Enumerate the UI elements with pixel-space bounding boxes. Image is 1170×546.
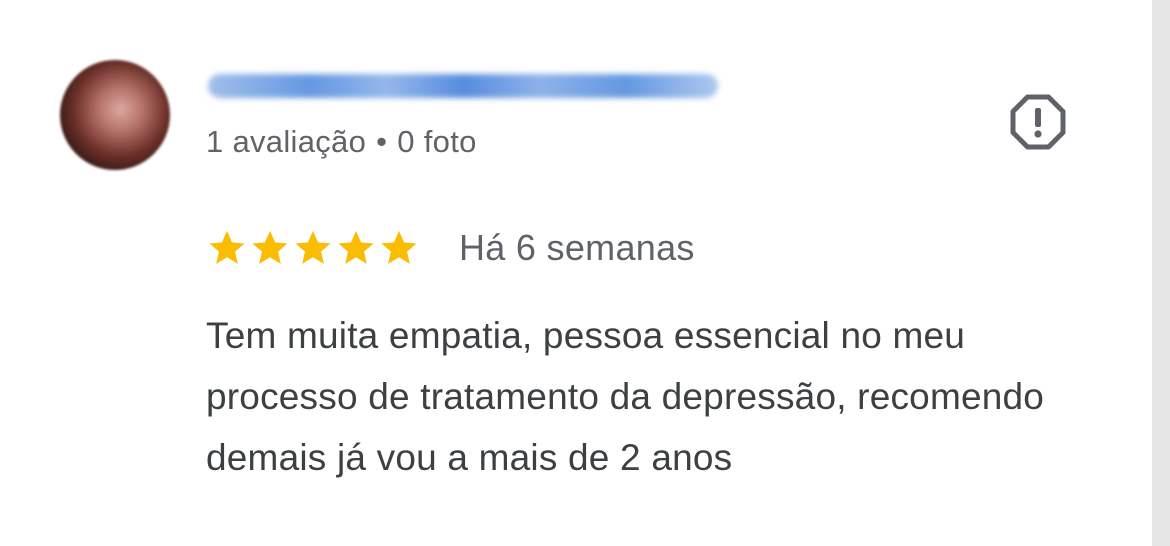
star-icon	[252, 230, 288, 264]
report-octagon-icon	[1010, 94, 1066, 150]
star-icon	[381, 230, 417, 264]
meta-separator: •	[376, 124, 388, 159]
review-text: Tem muita empatia, pessoa essencial no m…	[206, 315, 1045, 478]
review-date: Há 6 semanas	[459, 227, 695, 268]
photo-count: 0 foto	[397, 124, 477, 159]
star-rating	[206, 227, 421, 269]
avatar[interactable]	[60, 60, 170, 170]
review-card: 1 avaliação • 0 foto Há 6 semanas Tem muit…	[0, 0, 1152, 546]
scrollbar-track	[1152, 0, 1170, 546]
star-icon	[209, 230, 245, 264]
author-name-blur	[208, 74, 718, 98]
star-icon	[338, 230, 374, 264]
rating-row: Há 6 semanas	[206, 226, 695, 270]
review-count: 1 avaliação	[206, 124, 367, 159]
report-button[interactable]	[1008, 92, 1068, 152]
author-name-redacted[interactable]	[208, 66, 718, 106]
author-meta: 1 avaliação • 0 foto	[206, 124, 477, 160]
star-icon	[295, 230, 331, 264]
